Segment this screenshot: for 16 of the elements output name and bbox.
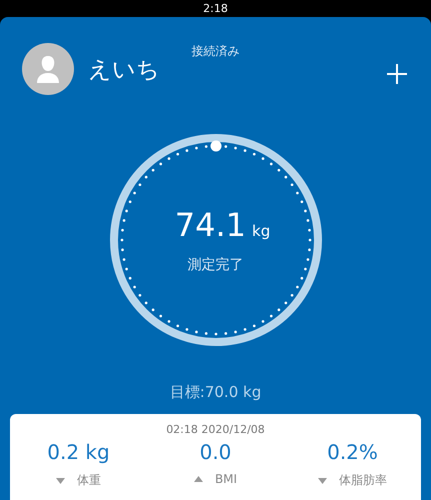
metric-label: 体脂肪率 [339, 472, 387, 489]
timestamp: 02:18 2020/12/08 [166, 423, 265, 436]
measurement-status: 測定完了 [188, 256, 244, 274]
user-name: えいち [88, 56, 160, 84]
status-time: 2:18 [203, 2, 228, 15]
change-value: 0.2% [327, 440, 378, 464]
avatar-icon[interactable] [22, 43, 74, 95]
change-value: 0.2 kg [47, 440, 110, 464]
add-icon[interactable] [387, 64, 407, 84]
connection-status: 接続済み [192, 43, 240, 60]
metric-label: 体重 [77, 472, 101, 489]
goal-text: 目標:70.0 kg [170, 383, 262, 402]
weight-unit: kg [252, 222, 270, 240]
weight-value: 74.1 [174, 206, 246, 244]
change-value: 0.0 [200, 440, 232, 464]
metric-label: BMI [214, 472, 238, 486]
